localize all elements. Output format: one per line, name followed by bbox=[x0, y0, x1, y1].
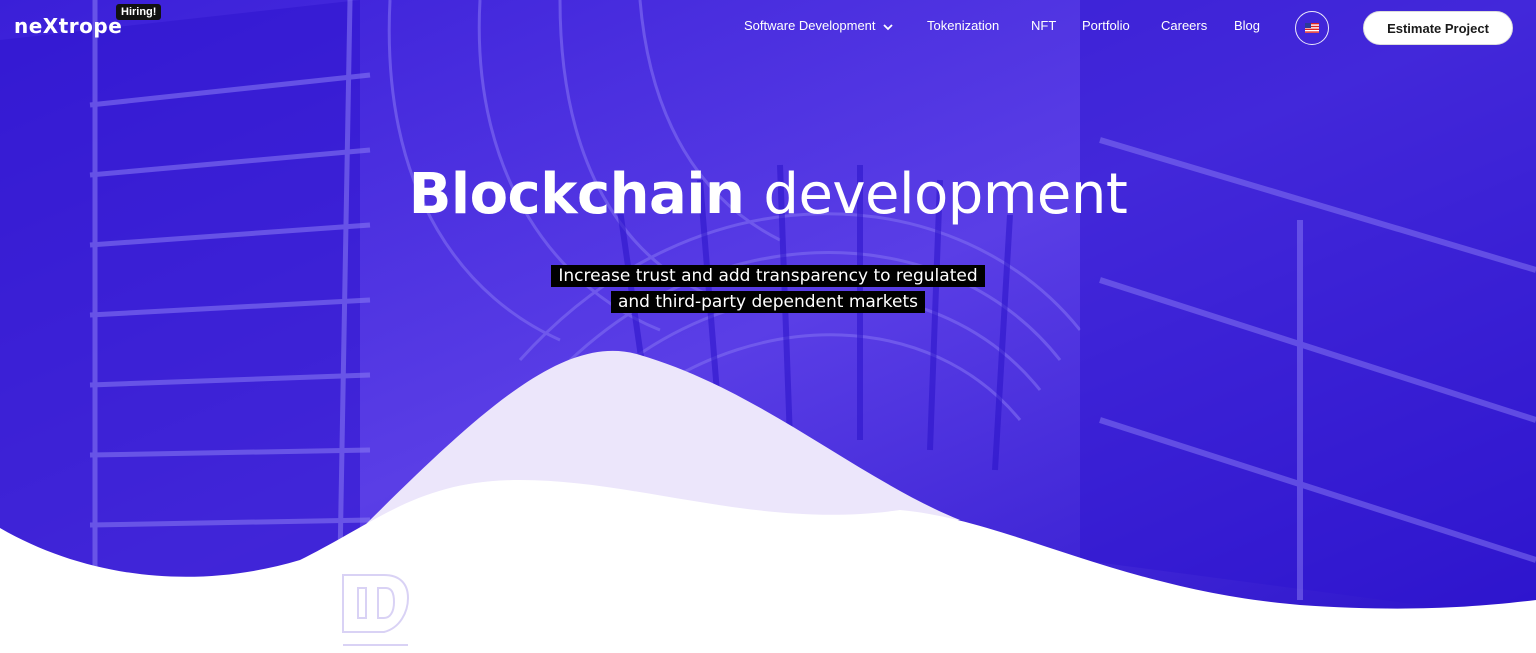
hiring-badge[interactable]: Hiring! bbox=[116, 4, 162, 20]
hero-section: neXtrope Hiring! Software Development To… bbox=[0, 0, 1536, 653]
nav-item-tokenization[interactable]: Tokenization bbox=[927, 18, 999, 33]
outline-letter-watermark bbox=[342, 574, 410, 646]
nav-item-label: Software Development bbox=[744, 18, 876, 33]
estimate-project-button[interactable]: Estimate Project bbox=[1363, 11, 1513, 45]
logo[interactable]: neXtrope bbox=[14, 14, 122, 38]
nav-item-portfolio[interactable]: Portfolio bbox=[1082, 18, 1130, 33]
subtitle-line-2: and third-party dependent markets bbox=[610, 291, 926, 313]
nav-item-blog[interactable]: Blog bbox=[1234, 18, 1260, 33]
us-flag-icon bbox=[1305, 23, 1319, 33]
top-navigation: neXtrope Hiring! Software Development To… bbox=[0, 0, 1536, 56]
chevron-down-icon bbox=[883, 19, 893, 34]
nav-item-nft[interactable]: NFT bbox=[1031, 18, 1056, 33]
nav-item-careers[interactable]: Careers bbox=[1161, 18, 1207, 33]
nav-item-software-development[interactable]: Software Development bbox=[744, 18, 893, 34]
headline-strong: Blockchain bbox=[408, 162, 745, 227]
headline-light: development bbox=[763, 162, 1128, 227]
language-switcher[interactable] bbox=[1295, 11, 1329, 45]
subtitle-line-1: Increase trust and add transparency to r… bbox=[551, 265, 985, 287]
hero-background-image bbox=[0, 0, 1536, 653]
hero-subtitle: Increase trust and add transparency to r… bbox=[0, 263, 1536, 315]
hero-headline: Blockchain development bbox=[0, 162, 1536, 227]
